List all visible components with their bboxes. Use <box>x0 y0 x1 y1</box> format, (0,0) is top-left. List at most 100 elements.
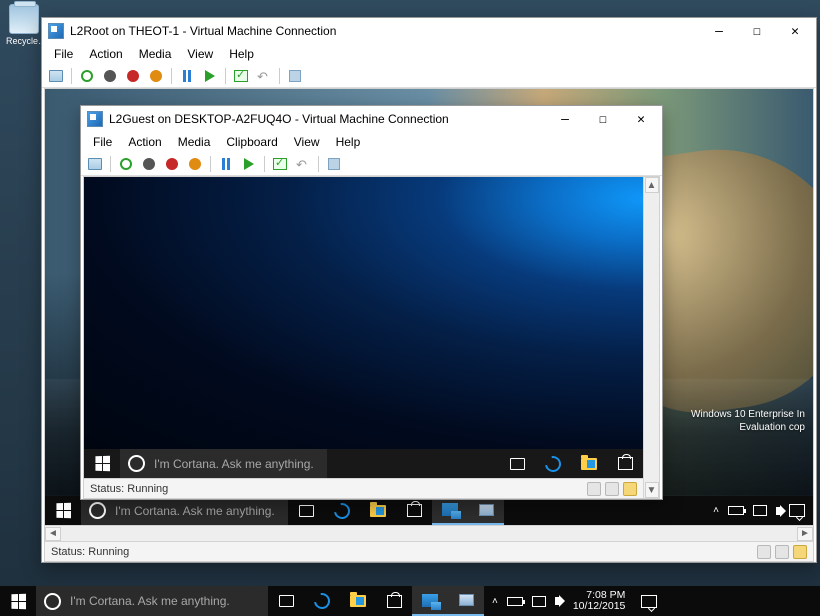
host-desktop: Recycle… L2Root on THEOT-1 - Virtual Mac… <box>0 0 820 616</box>
revert-button[interactable]: ↶ <box>254 66 274 86</box>
outer-close-button[interactable]: ✕ <box>776 19 814 43</box>
battery-icon[interactable] <box>507 597 523 606</box>
vmconnect-taskbar-button[interactable] <box>448 586 484 616</box>
outer-guest-start-button[interactable] <box>45 496 81 525</box>
outer-guest-cortana-input[interactable] <box>115 504 280 518</box>
outer-menu-view[interactable]: View <box>179 45 221 63</box>
file-explorer-button[interactable] <box>571 449 607 478</box>
outer-menu-help[interactable]: Help <box>221 45 262 63</box>
windows-logo-icon <box>56 503 71 518</box>
vmconnect-icon <box>479 504 494 516</box>
shutdown-button[interactable] <box>162 154 182 174</box>
chevron-up-icon[interactable]: ˄ <box>713 505 719 516</box>
inner-menu-action[interactable]: Action <box>120 133 169 151</box>
ctrl-alt-del-button[interactable] <box>46 66 66 86</box>
inner-guest-start-button[interactable] <box>84 449 120 478</box>
chevron-up-icon[interactable]: ˄ <box>492 596 498 607</box>
edge-button[interactable] <box>535 449 571 478</box>
inner-close-button[interactable]: ✕ <box>622 107 660 131</box>
separator <box>210 156 211 172</box>
enhanced-session-button[interactable] <box>285 66 305 86</box>
pause-button[interactable] <box>177 66 197 86</box>
task-view-button[interactable] <box>499 449 535 478</box>
separator <box>225 68 226 84</box>
action-center-button[interactable] <box>631 586 667 616</box>
pause-button[interactable] <box>216 154 236 174</box>
store-button[interactable] <box>607 449 643 478</box>
host-start-button[interactable] <box>0 586 36 616</box>
network-icon[interactable] <box>532 596 546 607</box>
outer-menu-action[interactable]: Action <box>81 45 130 63</box>
outer-guest-cortana-search[interactable] <box>81 496 288 525</box>
scroll-up-button[interactable]: ▲ <box>645 177 659 193</box>
status-display-icon <box>587 482 601 496</box>
speaker-icon[interactable] <box>776 507 780 515</box>
inner-guest-cortana-search[interactable] <box>120 449 327 478</box>
status-lock-icon <box>623 482 637 496</box>
separator <box>110 156 111 172</box>
speaker-icon[interactable] <box>555 597 559 605</box>
turnoff-button[interactable] <box>139 154 159 174</box>
inner-guest-desktop[interactable] <box>84 177 643 449</box>
inner-menu-file[interactable]: File <box>85 133 120 151</box>
file-explorer-button[interactable] <box>340 586 376 616</box>
outer-horizontal-scrollbar[interactable]: ◄ ► <box>45 525 813 541</box>
inner-menu-view[interactable]: View <box>286 133 328 151</box>
hyperv-manager-button[interactable] <box>432 496 468 525</box>
host-clock[interactable]: 7:08 PM 10/12/2015 <box>567 590 632 612</box>
vmconnect-taskbar-button[interactable] <box>468 496 504 525</box>
file-explorer-button[interactable] <box>360 496 396 525</box>
scroll-track[interactable] <box>645 193 659 482</box>
save-button[interactable] <box>185 154 205 174</box>
outer-minimize-button[interactable]: — <box>700 19 738 43</box>
edge-icon <box>311 590 333 612</box>
action-center-icon[interactable] <box>789 504 805 517</box>
inner-minimize-button[interactable]: — <box>546 107 584 131</box>
outer-menu-media[interactable]: Media <box>131 45 180 63</box>
store-button[interactable] <box>396 496 432 525</box>
reset-button[interactable] <box>200 66 220 86</box>
hyperv-manager-button[interactable] <box>412 586 448 616</box>
reset-button[interactable] <box>239 154 259 174</box>
outer-titlebar[interactable]: L2Root on THEOT-1 - Virtual Machine Conn… <box>42 18 816 44</box>
checkpoint-button[interactable] <box>231 66 251 86</box>
inner-menu-help[interactable]: Help <box>328 133 369 151</box>
task-view-button[interactable] <box>268 586 304 616</box>
scroll-down-button[interactable]: ▼ <box>645 482 659 498</box>
cortana-icon <box>89 502 106 519</box>
outer-maximize-button[interactable]: ☐ <box>738 19 776 43</box>
recycle-bin[interactable]: Recycle… <box>6 4 42 46</box>
checkpoint-button[interactable] <box>270 154 290 174</box>
inner-vertical-scrollbar[interactable]: ▲ ▼ <box>643 177 659 498</box>
battery-icon[interactable] <box>728 506 744 515</box>
windows-watermark: Windows 10 Enterprise In Evaluation cop <box>691 408 805 434</box>
inner-titlebar[interactable]: L2Guest on DESKTOP-A2FUQ4O - Virtual Mac… <box>81 106 662 132</box>
ctrl-alt-del-button[interactable] <box>85 154 105 174</box>
inner-menu-clipboard[interactable]: Clipboard <box>218 133 285 151</box>
scroll-left-button[interactable]: ◄ <box>45 527 61 541</box>
inner-maximize-button[interactable]: ☐ <box>584 107 622 131</box>
start-button[interactable] <box>77 66 97 86</box>
start-button[interactable] <box>116 154 136 174</box>
enhanced-session-button[interactable] <box>324 154 344 174</box>
task-view-button[interactable] <box>288 496 324 525</box>
edge-button[interactable] <box>304 586 340 616</box>
network-icon[interactable] <box>753 505 767 516</box>
shutdown-button[interactable] <box>123 66 143 86</box>
host-systray[interactable]: ˄ <box>484 596 567 607</box>
store-button[interactable] <box>376 586 412 616</box>
inner-menu-media[interactable]: Media <box>170 133 219 151</box>
store-icon <box>407 504 422 517</box>
revert-button[interactable]: ↶ <box>293 154 313 174</box>
scroll-track[interactable] <box>61 527 797 541</box>
edge-button[interactable] <box>324 496 360 525</box>
outer-guest-systray[interactable]: ˄ <box>705 504 813 517</box>
host-cortana-search[interactable] <box>36 586 268 616</box>
host-cortana-input[interactable] <box>70 594 260 608</box>
scroll-right-button[interactable]: ► <box>797 527 813 541</box>
save-button[interactable] <box>146 66 166 86</box>
turnoff-button[interactable] <box>100 66 120 86</box>
inner-guest-cortana-input[interactable] <box>154 457 319 471</box>
outer-menu-file[interactable]: File <box>46 45 81 63</box>
outer-menubar: File Action Media View Help <box>42 44 816 64</box>
